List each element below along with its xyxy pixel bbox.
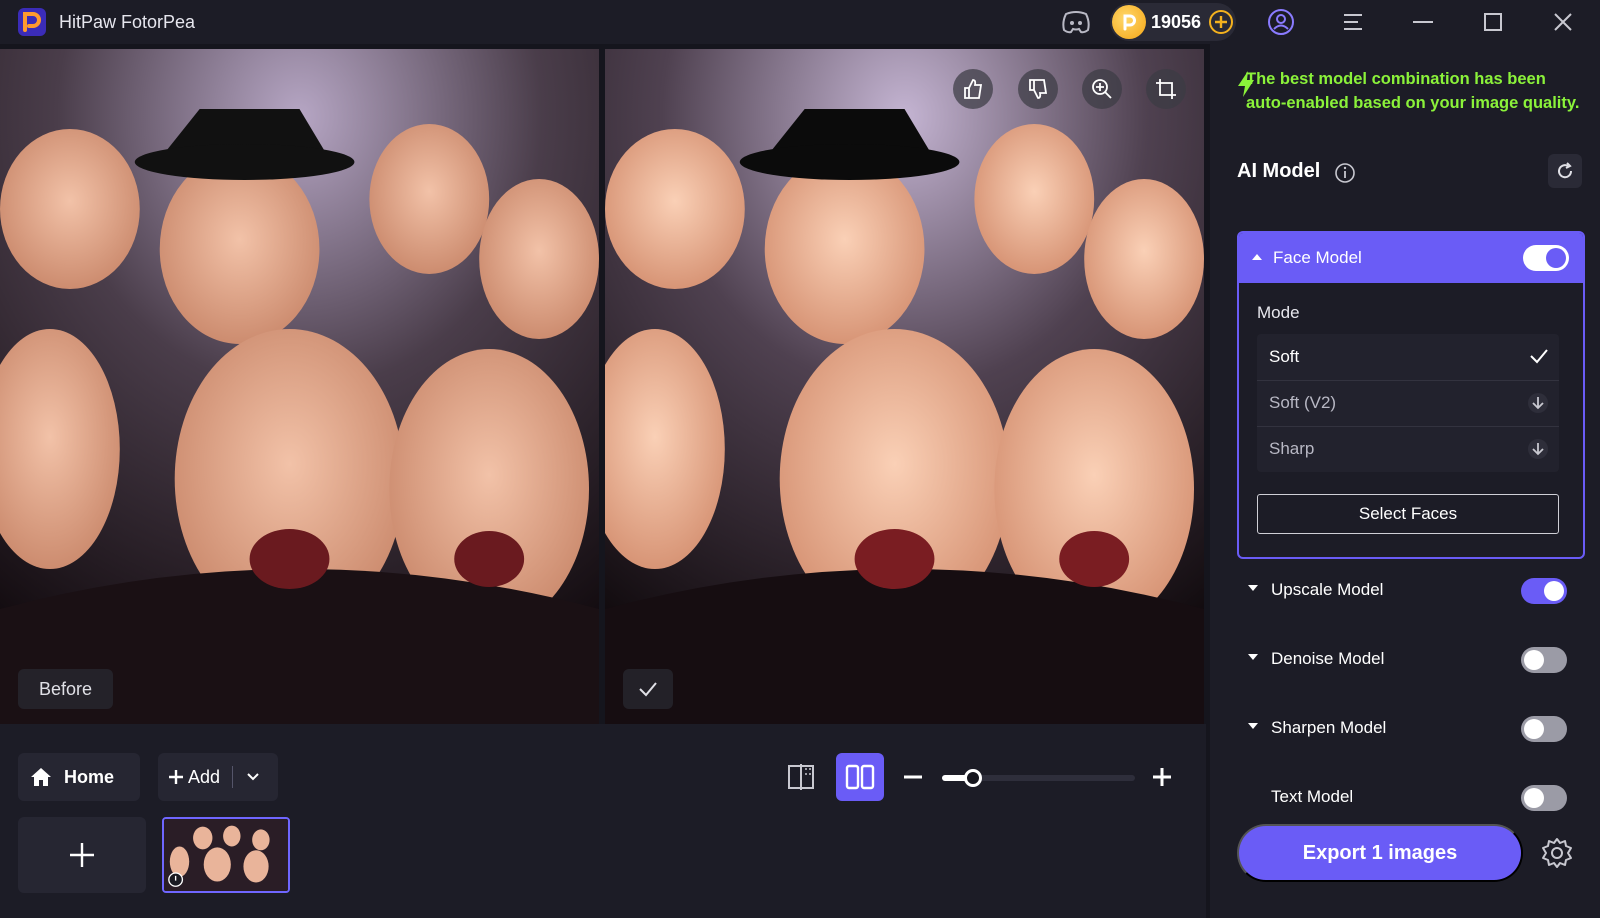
mode-option-sharp[interactable]: Sharp (1257, 426, 1559, 472)
minus-icon[interactable] (900, 764, 926, 790)
mode-list: Soft Soft (V2) Sharp (1257, 334, 1559, 472)
coin-plus-icon[interactable] (1208, 9, 1234, 35)
text-model-toggle[interactable] (1521, 785, 1567, 811)
after-image[interactable] (605, 49, 1204, 724)
download-icon[interactable] (1527, 438, 1549, 460)
mode-option-soft[interactable]: Soft (1257, 334, 1559, 380)
close-icon[interactable] (1546, 6, 1580, 38)
face-model-header[interactable]: Face Model (1239, 233, 1583, 283)
refresh-button[interactable] (1548, 154, 1582, 188)
bottom-toolbar: Home Add (0, 724, 1206, 918)
notice-text: The best model combination has been auto… (1246, 70, 1580, 112)
image-thumbnail[interactable] (162, 817, 290, 893)
app-title: HitPaw FotorPea (59, 12, 196, 32)
coin-count: 19056 (1151, 12, 1202, 32)
denoise-model-row[interactable]: Denoise Model (1237, 640, 1585, 680)
add-image-tile[interactable] (18, 817, 146, 893)
text-model-label: Text Model (1271, 787, 1354, 806)
export-button[interactable]: Export 1 images (1237, 824, 1523, 882)
upscale-model-label: Upscale Model (1271, 580, 1384, 599)
mode-option-soft-v2[interactable]: Soft (V2) (1257, 380, 1559, 426)
plus-icon (70, 843, 94, 867)
coin-icon (1112, 5, 1146, 39)
menu-icon[interactable] (1336, 6, 1370, 38)
refresh-icon (1558, 162, 1573, 179)
sharpen-model-row[interactable]: Sharpen Model (1237, 709, 1585, 749)
auto-enable-notice: The best model combination has been auto… (1238, 68, 1586, 115)
face-model-card: Face Model Mode Soft Soft (V2) Sharp Sel… (1237, 231, 1585, 559)
coin-balance[interactable]: 19056 (1110, 3, 1236, 41)
home-button[interactable]: Home (18, 753, 140, 801)
thumbs-down-icon[interactable] (1018, 69, 1058, 109)
minimize-icon[interactable] (1406, 6, 1440, 38)
zoom-in-icon[interactable] (1082, 69, 1122, 109)
caret-down-icon (1248, 723, 1258, 729)
home-icon (31, 768, 51, 786)
check-icon (1530, 349, 1548, 364)
upscale-model-toggle[interactable] (1521, 578, 1567, 604)
before-image[interactable] (0, 49, 599, 724)
add-dropdown-button[interactable] (233, 753, 273, 801)
denoise-model-label: Denoise Model (1271, 649, 1385, 668)
select-faces-button[interactable]: Select Faces (1257, 494, 1559, 534)
thumbs-up-icon[interactable] (953, 69, 993, 109)
add-button-group: Add (158, 753, 278, 801)
mode-option-label: Soft (1269, 347, 1300, 366)
caret-down-icon (1248, 654, 1258, 660)
mode-option-label: Soft (V2) (1269, 393, 1337, 412)
title-bar: HitPaw FotorPea 19056 (0, 0, 1600, 44)
zoom-plus-icon[interactable] (1149, 764, 1175, 790)
compare-single-icon[interactable] (784, 760, 818, 794)
sharpen-model-toggle[interactable] (1521, 716, 1567, 742)
lightning-icon (1238, 71, 1254, 97)
zoom-slider-handle[interactable] (964, 769, 982, 787)
home-label: Home (64, 766, 115, 787)
discord-icon[interactable] (1058, 6, 1094, 38)
add-button[interactable]: Add (158, 753, 220, 801)
download-icon[interactable] (1527, 392, 1549, 414)
text-model-row[interactable]: Text Model (1237, 778, 1585, 818)
before-label: Before (18, 669, 113, 709)
add-label: Add (188, 766, 221, 787)
ai-model-title: AI Model (1237, 160, 1321, 182)
caret-down-icon (1248, 585, 1258, 591)
compare-split-icon[interactable] (836, 753, 884, 801)
mode-label: Mode (1257, 303, 1300, 322)
user-icon[interactable] (1264, 6, 1298, 38)
settings-panel: The best model combination has been auto… (1206, 44, 1600, 918)
maximize-icon[interactable] (1476, 6, 1510, 38)
zoom-slider[interactable] (942, 769, 1135, 787)
info-icon[interactable] (1334, 162, 1356, 184)
crop-icon[interactable] (1146, 69, 1186, 109)
plus-icon (169, 770, 183, 784)
app-logo-icon (18, 8, 46, 36)
caret-up-icon (1252, 254, 1262, 260)
check-icon[interactable] (623, 669, 673, 709)
sharpen-model-label: Sharpen Model (1271, 718, 1387, 737)
face-model-toggle[interactable] (1523, 245, 1569, 271)
upscale-model-row[interactable]: Upscale Model (1237, 571, 1585, 611)
face-model-label: Face Model (1273, 248, 1362, 267)
mode-option-label: Sharp (1269, 439, 1315, 458)
gear-icon[interactable] (1540, 836, 1574, 870)
chevron-down-icon (247, 773, 259, 781)
denoise-model-toggle[interactable] (1521, 647, 1567, 673)
